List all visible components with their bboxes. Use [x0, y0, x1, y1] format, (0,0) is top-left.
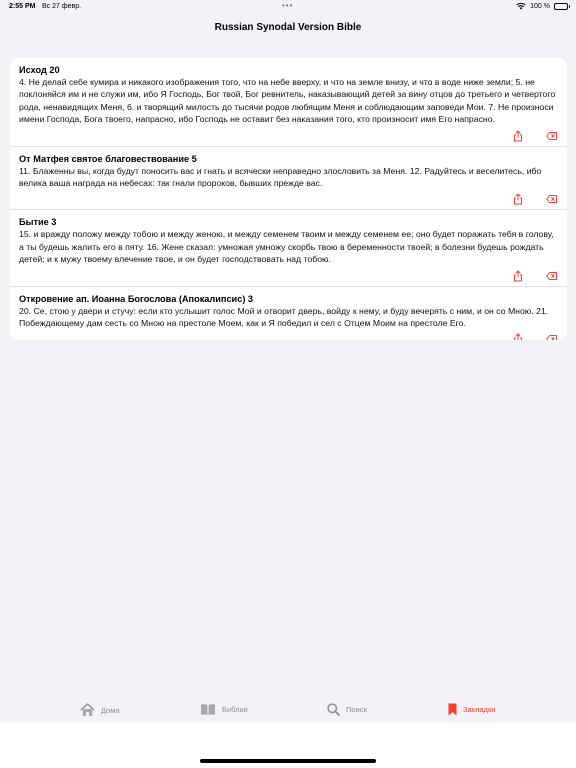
wifi-icon: [516, 2, 526, 10]
bookmark-title: Откровение ап. Иоанна Богослова (Апокали…: [19, 293, 254, 304]
share-icon[interactable]: [512, 333, 524, 340]
bookmark-item[interactable]: От Матфея святое благовествование 5 11. …: [10, 145, 567, 210]
delete-icon[interactable]: [546, 193, 558, 205]
share-icon[interactable]: [512, 269, 524, 282]
tab-bookmarks[interactable]: Закладки: [448, 703, 495, 716]
delete-icon[interactable]: [546, 130, 558, 142]
bookmark-item[interactable]: Исход 20 4. Не делай себе кумира и никак…: [10, 58, 567, 146]
tab-bible[interactable]: Библия: [200, 703, 248, 716]
bookmark-text: 20. Се, стою у двери и стучу: если кто у…: [19, 305, 549, 329]
status-time: 2:55 PM: [9, 3, 36, 10]
book-icon: [201, 704, 215, 715]
share-icon[interactable]: [512, 129, 524, 142]
home-indicator[interactable]: [200, 759, 376, 763]
bookmark-item[interactable]: Откровение ап. Иоанна Богослова (Апокали…: [10, 285, 567, 340]
bookmark-item[interactable]: Бытие 3 15. и вражду положу между тобою …: [10, 209, 567, 285]
search-icon: [327, 703, 340, 716]
delete-icon[interactable]: [546, 270, 558, 282]
status-date: Вс 27 февр.: [42, 3, 82, 10]
tab-search[interactable]: Поиск: [327, 703, 367, 716]
bookmark-text: 11. Блаженны вы, когда будут поносить ва…: [19, 165, 542, 189]
tab-label: Поиск: [346, 705, 367, 714]
tab-bar: Дома Библия Поиск Закладки: [0, 699, 576, 723]
bookmark-text: 15. и вражду положу между тобою и между …: [19, 229, 554, 265]
bookmark-title: Исход 20: [19, 65, 60, 75]
tab-label: Дома: [101, 705, 120, 715]
bookmark-text: 4. Не делай себе кумира и никакого изобр…: [19, 77, 556, 125]
delete-icon[interactable]: [546, 333, 558, 340]
bookmark-title: Бытие 3: [19, 217, 57, 228]
status-right: 100 %: [516, 2, 570, 10]
bookmark-icon: [448, 703, 457, 716]
tab-label: Закладки: [463, 705, 496, 714]
share-icon[interactable]: [512, 193, 524, 205]
battery-icon: [554, 2, 570, 10]
multitasking-dots-icon[interactable]: •••: [282, 1, 293, 10]
status-bar: 2:55 PM Вс 27 февр. ••• 100 %: [0, 0, 576, 14]
page-title: Russian Synodal Version Bible: [214, 22, 362, 33]
home-icon: [80, 703, 95, 716]
tab-label: Библия: [222, 705, 248, 714]
tab-home[interactable]: Дома: [80, 703, 120, 717]
battery-percentage: 100 %: [530, 2, 550, 10]
bookmarks-list: Исход 20 4. Не делай себе кумира и никак…: [10, 58, 567, 340]
bookmark-title: От Матфея святое благовествование 5: [19, 153, 197, 164]
